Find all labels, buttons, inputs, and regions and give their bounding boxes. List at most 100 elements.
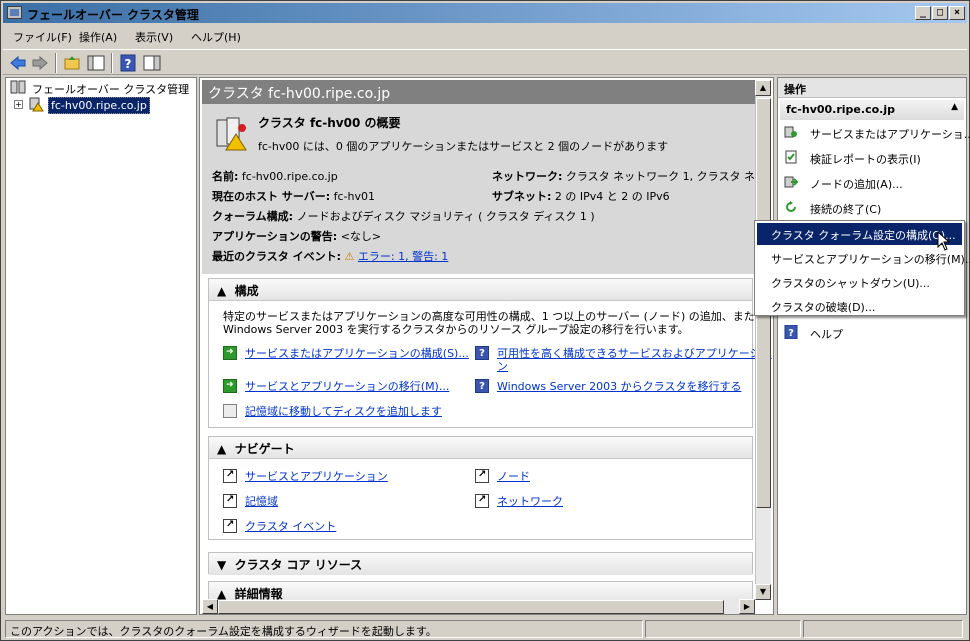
- prop-name: 名前: fc-hv00.ripe.co.jp: [212, 170, 338, 183]
- status-bar: このアクションでは、クラスタのクォーラム設定を構成するウィザードを起動します。: [3, 618, 967, 639]
- center-header: クラスタ fc-hv00.ripe.co.jp: [202, 80, 755, 104]
- menu-view[interactable]: 表示(V): [135, 29, 173, 45]
- prop-network: ネットワーク: クラスタ ネットワーク 1, クラスタ ネットワーク 2: [492, 170, 754, 183]
- maximize-button[interactable]: □: [932, 6, 948, 20]
- svg-text:?: ?: [125, 57, 132, 71]
- shortcut-icon: [223, 469, 237, 483]
- tree-node-label: fc-hv00.ripe.co.jp: [48, 97, 150, 114]
- menu-help[interactable]: ヘルプ(H): [191, 29, 241, 45]
- scroll-right-icon[interactable]: ▶: [739, 599, 755, 614]
- scroll-down-icon[interactable]: ▼: [755, 584, 771, 600]
- center-pane: クラスタ fc-hv00.ripe.co.jp クラスタ fc-hv00 の概要…: [199, 77, 774, 615]
- toolbar: ?: [3, 49, 967, 75]
- menu-file[interactable]: ファイル(F): [13, 29, 72, 45]
- help-icon: ?: [784, 325, 798, 339]
- add-disk-link[interactable]: 記憶域に移動してディスクを追加します: [245, 403, 442, 419]
- menu-action[interactable]: 操作(A): [79, 29, 117, 45]
- warning-icon: ⚠: [344, 250, 355, 263]
- app-icon: [7, 6, 22, 19]
- migrate-services-link[interactable]: サービスとアプリケーションの移行(M)...: [245, 378, 449, 394]
- expand-icon[interactable]: +: [14, 100, 23, 109]
- core-resources-section: ▼ クラスタ コア リソース: [208, 552, 753, 575]
- shortcut-icon: [475, 494, 489, 508]
- menu-item-configure-quorum[interactable]: クラスタ クォーラム設定の構成(Q)...: [757, 223, 962, 245]
- summary-description: fc-hv00 には、0 個のアプリケーションまたはサービスと 2 個のノードが…: [258, 140, 669, 153]
- toolbar-separator: [55, 53, 57, 73]
- tree-root-label: フェールオーバー クラスタ管理: [32, 83, 190, 96]
- config-desc-line2: Windows Server 2003 を実行するクラスタからのリソース グルー…: [223, 323, 689, 336]
- shortcut-icon: [223, 519, 237, 533]
- prop-recent-events: 最近のクラスタ イベント: ⚠ エラー: 1, 警告: 1: [212, 250, 449, 263]
- back-arrow-icon[interactable]: [9, 54, 27, 72]
- collapse-icon[interactable]: ▲: [217, 284, 226, 298]
- navigate-section-header[interactable]: ▲ ナビゲート: [209, 437, 752, 459]
- nav-services-link[interactable]: サービスとアプリケーション: [245, 468, 388, 484]
- migrate-arrow-icon: [223, 379, 237, 393]
- help-book-icon: ?: [475, 379, 489, 393]
- nav-nodes-link[interactable]: ノード: [497, 468, 530, 484]
- config-section: ▲ 構成 特定のサービスまたはアプリケーションの高度な可用性の構成、1 つ以上の…: [208, 278, 772, 428]
- expand-icon[interactable]: ▼: [217, 558, 226, 572]
- cluster-warning-icon: [29, 97, 44, 112]
- app-window: フェールオーバー クラスタ管理 _ □ × ファイル(F) 操作(A) 表示(V…: [0, 0, 970, 641]
- report-icon: [785, 150, 797, 164]
- menu-item-migrate-services[interactable]: サービスとアプリケーションの移行(M)...: [757, 247, 970, 269]
- actions-pane: 操作 fc-hv00.ripe.co.jp ▲ サービスまたはアプリケーショ..…: [777, 77, 970, 615]
- status-panel-2: [645, 620, 801, 638]
- shortcut-icon: [475, 469, 489, 483]
- minimize-button[interactable]: _: [915, 6, 931, 20]
- collapse-icon[interactable]: ▲: [217, 442, 226, 456]
- help-icon[interactable]: ?: [119, 54, 137, 72]
- scroll-left-icon[interactable]: ◀: [202, 599, 218, 614]
- nav-events-link[interactable]: クラスタ イベント: [245, 518, 336, 534]
- up-folder-icon[interactable]: [63, 54, 81, 72]
- horizontal-scrollbar[interactable]: ◀ ▶: [202, 599, 755, 614]
- service-icon: [784, 126, 797, 138]
- cluster-server-icon: [216, 117, 247, 151]
- mouse-cursor-icon: [937, 231, 951, 251]
- show-hide-tree-icon[interactable]: [87, 54, 105, 72]
- navigate-section: ▲ ナビゲート サービスとアプリケーション 記憶域 クラスタ イベント ノード …: [208, 436, 753, 540]
- shortcut-icon: [223, 494, 237, 508]
- ha-services-link[interactable]: 可用性を高く構成できるサービスおよびアプリケーショ: [497, 345, 772, 361]
- help-book-icon: ?: [475, 346, 489, 360]
- configure-service-link[interactable]: サービスまたはアプリケーションの構成(S)...: [245, 345, 469, 361]
- actions-header: 操作: [778, 78, 966, 98]
- vertical-scrollbar[interactable]: ▲ ▼: [755, 80, 771, 600]
- horizontal-scroll-thumb[interactable]: [218, 600, 724, 614]
- status-text: このアクションでは、クラスタのクォーラム設定を構成するウィザードを起動します。: [5, 620, 643, 638]
- configure-arrow-icon: [223, 346, 237, 360]
- prop-app-warnings: アプリケーションの警告: <なし>: [212, 230, 382, 243]
- scroll-up-icon[interactable]: ▲: [755, 80, 771, 96]
- svg-text:?: ?: [788, 328, 794, 339]
- nav-networks-link[interactable]: ネットワーク: [497, 493, 563, 509]
- cluster-manager-icon: [10, 80, 26, 94]
- actions-group-header[interactable]: fc-hv00.ripe.co.jp ▲: [780, 100, 964, 120]
- config-section-header[interactable]: ▲ 構成: [209, 279, 752, 301]
- menu-bar: ファイル(F) 操作(A) 表示(V) ヘルプ(H): [3, 25, 967, 47]
- core-resources-header[interactable]: ▼ クラスタ コア リソース: [209, 553, 752, 575]
- migrate-ws2003-link[interactable]: Windows Server 2003 からクラスタを移行する: [497, 378, 741, 394]
- toolbar-separator: [111, 53, 113, 73]
- add-node-icon: [784, 176, 798, 188]
- menu-item-shutdown-cluster[interactable]: クラスタのシャットダウン(U)...: [757, 271, 962, 293]
- actions-group-label: fc-hv00.ripe.co.jp: [786, 103, 895, 116]
- refresh-icon: [786, 201, 796, 212]
- ha-services-link-cont[interactable]: ン: [497, 358, 508, 374]
- prop-subnet: サブネット: 2 の IPv4 と 2 の IPv6: [492, 190, 670, 203]
- tree-node-cluster[interactable]: + fc-hv00.ripe.co.jp: [14, 97, 194, 114]
- collapse-icon[interactable]: ▲: [951, 102, 958, 112]
- show-hide-action-pane-icon[interactable]: [143, 54, 161, 72]
- title-bar: フェールオーバー クラスタ管理 _ □ ×: [3, 3, 967, 23]
- events-link[interactable]: エラー: 1, 警告: 1: [358, 250, 448, 263]
- window-title: フェールオーバー クラスタ管理: [27, 8, 199, 22]
- close-button[interactable]: ×: [949, 6, 965, 20]
- navigation-tree: フェールオーバー クラスタ管理 + fc-hv00.ripe.co.jp: [5, 77, 197, 615]
- menu-item-destroy-cluster[interactable]: クラスタの破壊(D)...: [757, 295, 962, 317]
- summary-title: クラスタ fc-hv00 の概要: [258, 116, 401, 130]
- cluster-summary: クラスタ fc-hv00 の概要 fc-hv00 には、0 個のアプリケーション…: [202, 104, 755, 274]
- forward-arrow-icon[interactable]: [31, 54, 49, 72]
- nav-storage-link[interactable]: 記憶域: [245, 493, 278, 509]
- collapse-icon[interactable]: ▲: [217, 587, 226, 601]
- prop-host: 現在のホスト サーバー: fc-hv01: [212, 190, 375, 203]
